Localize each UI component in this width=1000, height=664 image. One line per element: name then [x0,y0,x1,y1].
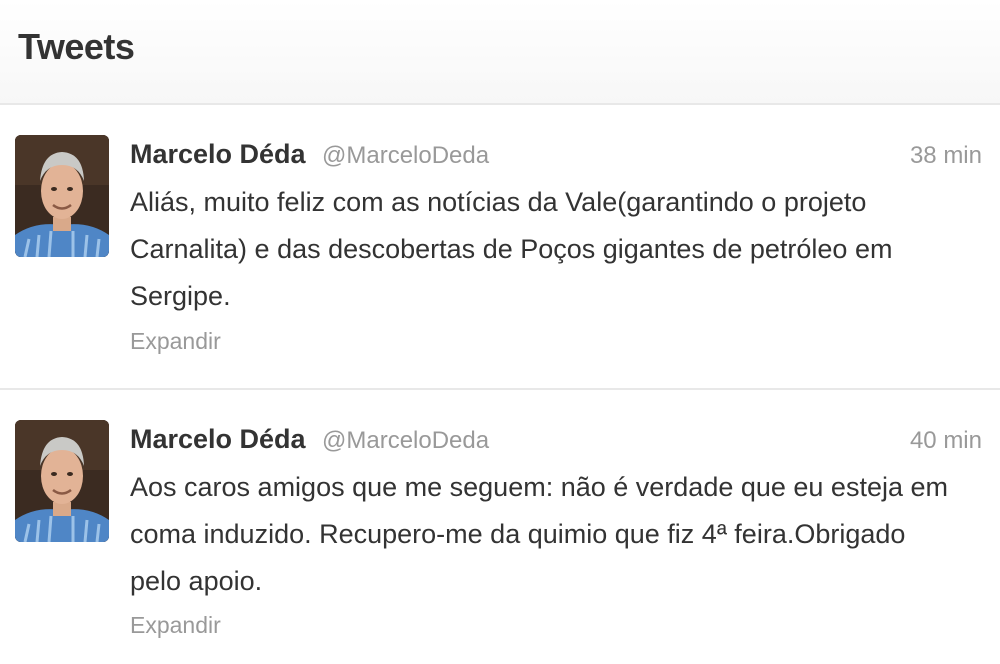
avatar[interactable] [15,420,109,542]
expand-link[interactable]: Expandir [130,612,221,639]
tweet-item[interactable]: Marcelo Déda @MarceloDeda 38 min Aliás, … [0,105,1000,390]
tweet-timestamp[interactable]: 40 min [910,427,982,455]
author-name[interactable]: Marcelo Déda [130,424,306,455]
author-handle[interactable]: @MarceloDeda [322,142,489,170]
timeline-header: Tweets [0,0,1000,105]
author-name[interactable]: Marcelo Déda [130,139,306,170]
timeline-title: Tweets [18,26,135,67]
tweet-text: Aos caros amigos que me seguem: não é ve… [130,472,948,596]
tweet-item[interactable]: Marcelo Déda @MarceloDeda 40 min Aos car… [0,390,1000,664]
tweet-timestamp[interactable]: 38 min [910,142,982,170]
tweet-text: Aliás, muito feliz com as notícias da Va… [130,187,893,311]
avatar[interactable] [15,135,109,257]
expand-link[interactable]: Expandir [130,328,221,355]
author-handle[interactable]: @MarceloDeda [322,427,489,455]
